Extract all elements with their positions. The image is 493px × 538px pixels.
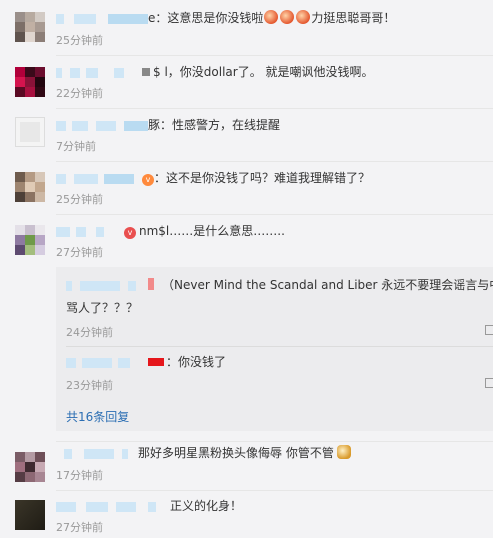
username[interactable] xyxy=(56,501,170,513)
comment-text: 豚：性感警方，在线提醒 xyxy=(148,118,281,132)
emoji-icon xyxy=(280,10,295,24)
cat-emoji-icon xyxy=(336,445,351,459)
vip-badge-icon: v xyxy=(124,227,136,239)
comment-text: $ l，你没dollar了。 就是嘲讽他没钱啊。 xyxy=(153,65,374,79)
avatar[interactable] xyxy=(15,12,45,42)
verified-icon xyxy=(142,68,150,76)
username[interactable] xyxy=(56,67,142,79)
divider xyxy=(56,161,493,162)
timestamp: 25分钟前 xyxy=(56,193,103,206)
username[interactable] xyxy=(56,226,124,238)
divider xyxy=(56,55,493,56)
divider xyxy=(56,108,493,109)
timestamp: 25分钟前 xyxy=(56,34,103,47)
timestamp: 27分钟前 xyxy=(56,521,103,534)
timestamp: 24分钟前 xyxy=(66,326,113,339)
divider xyxy=(56,441,493,442)
avatar[interactable] xyxy=(15,500,45,530)
timestamp: 23分钟前 xyxy=(66,379,113,392)
view-all-replies-link[interactable]: 共16条回复 xyxy=(66,408,129,425)
more-icon[interactable] xyxy=(485,325,493,335)
comment-text: 力挺思聪哥哥！ xyxy=(311,11,396,25)
reply-text: ：你没钱了 xyxy=(166,355,227,369)
reply-text: （Never Mind the Scandal and Liber 永远不要理会… xyxy=(162,278,493,292)
emoji-icon xyxy=(264,10,279,24)
timestamp: 27分钟前 xyxy=(56,246,103,259)
badge-icon xyxy=(148,358,164,366)
avatar[interactable] xyxy=(15,117,45,147)
comment-text: 那好多明星黑粉换头像侮辱 你管不管 xyxy=(138,446,334,460)
divider xyxy=(56,490,493,491)
username[interactable] xyxy=(66,280,148,292)
timestamp: 17分钟前 xyxy=(56,469,103,482)
avatar[interactable] xyxy=(15,67,45,97)
vip-badge-icon: v xyxy=(142,174,154,186)
username[interactable] xyxy=(56,120,148,132)
username[interactable] xyxy=(56,13,148,25)
reply-thread: （Never Mind the Scandal and Liber 永远不要理会… xyxy=(56,267,493,431)
badge-icon xyxy=(148,278,154,290)
username[interactable] xyxy=(66,357,148,369)
divider xyxy=(66,346,493,347)
comment-text: e：这意思是你没钱啦 xyxy=(148,11,264,25)
username[interactable] xyxy=(56,448,138,460)
comment-text: 正义的化身！ xyxy=(170,499,243,513)
emoji-icon xyxy=(296,10,311,24)
avatar[interactable] xyxy=(15,225,45,255)
reply-text: 骂人了？？？ xyxy=(66,301,139,315)
timestamp: 7分钟前 xyxy=(56,140,96,153)
comment-text: nm$l……是什么意思…….. xyxy=(139,224,285,238)
timestamp: 22分钟前 xyxy=(56,87,103,100)
more-icon[interactable] xyxy=(485,378,493,388)
avatar[interactable] xyxy=(15,452,45,482)
divider xyxy=(56,214,493,215)
avatar[interactable] xyxy=(15,172,45,202)
comment-text: ：这不是你没钱了吗？难道我理解错了？ xyxy=(154,171,371,185)
username[interactable] xyxy=(56,173,142,185)
